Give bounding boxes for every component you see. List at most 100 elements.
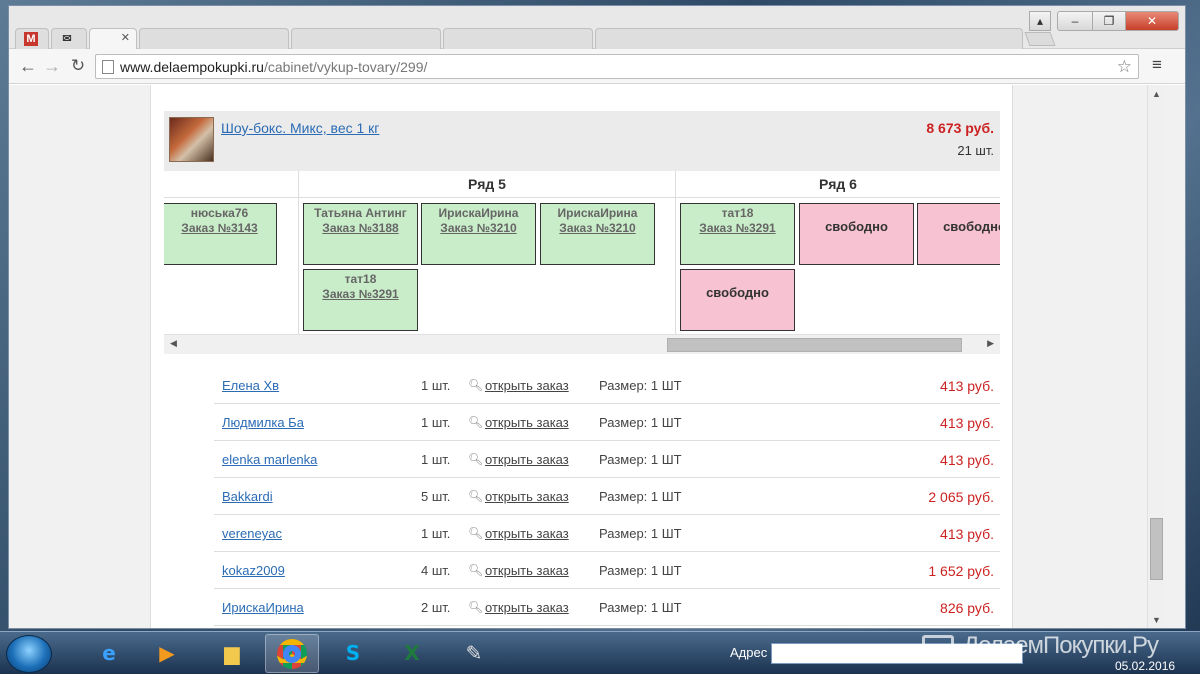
excel-icon[interactable]: X (385, 634, 439, 673)
order-link[interactable]: Заказ №3188 (304, 220, 417, 236)
brand-watermark: ДелаемПокупки.Ру (963, 632, 1159, 659)
buyer-link[interactable]: Bakkardi (222, 489, 273, 504)
skype-icon[interactable]: S (326, 634, 380, 673)
product-header: Шоу-бокс. Микс, вес 1 кг 8 673 руб. 21 ш… (164, 111, 1000, 171)
tab-background[interactable] (291, 28, 441, 49)
internet-explorer-icon[interactable]: e (82, 634, 136, 673)
scroll-down-icon[interactable]: ▼ (1152, 615, 1161, 625)
order-link[interactable]: Заказ №3210 (422, 220, 535, 236)
grid-cell[interactable]: ИрискаИрина Заказ №3210 (540, 203, 655, 265)
open-order-link[interactable]: открыть заказ (485, 378, 569, 393)
buyer-link[interactable]: Людмилка Ба (222, 415, 304, 430)
media-player-icon[interactable]: ▶ (140, 634, 194, 673)
bookmark-star-icon[interactable]: ☆ (1117, 57, 1132, 77)
buyer-link[interactable]: elenka marlenka (222, 452, 317, 467)
minimize-button[interactable]: – (1057, 11, 1093, 31)
grid-cell[interactable]: Татьяна Антинг Заказ №3188 (303, 203, 418, 265)
brand-logo-icon (922, 635, 954, 661)
order-link[interactable]: Заказ №3143 (164, 220, 276, 236)
tab-active[interactable]: ✕ (89, 28, 137, 50)
magnifier-icon: 🔍︎ (468, 378, 484, 392)
start-button[interactable] (6, 635, 52, 673)
order-row: vereneyac 1 шт. 🔍︎ открыть заказ Размер:… (214, 515, 1000, 552)
buyer-link[interactable]: kokaz2009 (222, 563, 285, 578)
open-order-link[interactable]: открыть заказ (485, 563, 569, 578)
scroll-thumb[interactable] (667, 338, 962, 352)
order-qty: 1 шт. (421, 452, 451, 467)
mail-icon: ✉ (62, 33, 72, 45)
buyer-link[interactable]: vereneyac (222, 526, 282, 541)
tab-background[interactable] (595, 28, 1023, 49)
grid-cell-free[interactable]: свободно (799, 203, 914, 265)
tab-background[interactable] (139, 28, 289, 49)
order-link[interactable]: Заказ №3291 (681, 220, 794, 236)
grid-cell[interactable]: тат18 Заказ №3291 (680, 203, 795, 265)
address-toolbar-label: Адрес (730, 645, 768, 660)
address-bar[interactable]: www.delaempokupki.ru/cabinet/vykup-tovar… (95, 54, 1139, 79)
magnifier-icon: 🔍︎ (468, 415, 484, 429)
order-link[interactable]: Заказ №3291 (304, 286, 417, 302)
order-price: 413 руб. (940, 378, 994, 394)
magnifier-icon: 🔍︎ (468, 526, 484, 540)
open-order-link[interactable]: открыть заказ (485, 452, 569, 467)
open-order-link[interactable]: открыть заказ (485, 415, 569, 430)
buyer-link[interactable]: Елена Хв (222, 378, 279, 393)
divider (298, 198, 299, 334)
close-window-button[interactable]: ✕ (1125, 11, 1179, 31)
order-size: Размер: 1 ШТ (599, 563, 682, 578)
new-tab-button[interactable] (1024, 32, 1056, 46)
seat-grid: Ряд 5 Ряд 6 нюська76 Заказ №3143 Татьяна… (164, 171, 1000, 334)
back-icon[interactable]: ← (17, 55, 39, 77)
tab-gmail[interactable]: M (15, 28, 49, 49)
taskbar: e ▶ ▆ S X ✎ Адрес ДелаемПокупки.Ру 05.02… (0, 631, 1200, 674)
browser-window: M ✉ ✕ ▴ – ❐ ✕ ← → ↻ www.delaempokupki.ru… (8, 5, 1186, 629)
scroll-thumb[interactable] (1150, 518, 1163, 580)
open-order-link[interactable]: открыть заказ (485, 526, 569, 541)
forward-icon[interactable]: → (41, 55, 63, 77)
paint-icon[interactable]: ✎ (447, 634, 501, 673)
scroll-left-icon[interactable]: ◀ (170, 338, 177, 349)
tab-background[interactable] (443, 28, 593, 49)
divider (675, 198, 676, 334)
row-header-5: Ряд 5 (298, 171, 675, 198)
order-row: ИрискаИрина 2 шт. 🔍︎ открыть заказ Разме… (214, 589, 1000, 626)
grid-cell-free[interactable]: свободно (680, 269, 795, 331)
grid-cell-free[interactable]: свободно (917, 203, 1000, 265)
grid-cell[interactable]: ИрискаИрина Заказ №3210 (421, 203, 536, 265)
product-image[interactable] (169, 117, 214, 162)
close-tab-icon[interactable]: ✕ (121, 31, 130, 44)
reload-icon[interactable]: ↻ (67, 55, 89, 77)
file-explorer-icon[interactable]: ▆ (205, 634, 259, 673)
open-order-link[interactable]: открыть заказ (485, 489, 569, 504)
grid-cell[interactable]: нюська76 Заказ №3143 (164, 203, 277, 265)
gmail-icon: M (24, 32, 38, 46)
grid-cell[interactable]: тат18 Заказ №3291 (303, 269, 418, 331)
product-name-link[interactable]: Шоу-бокс. Микс, вес 1 кг (221, 120, 379, 136)
page-viewport: Шоу-бокс. Микс, вес 1 кг 8 673 руб. 21 ш… (9, 85, 1185, 628)
page-content: Шоу-бокс. Микс, вес 1 кг 8 673 руб. 21 ш… (150, 85, 1013, 628)
scroll-up-icon[interactable]: ▲ (1152, 89, 1161, 99)
order-price: 413 руб. (940, 415, 994, 431)
profile-button[interactable]: ▴ (1029, 11, 1051, 31)
vertical-scrollbar[interactable]: ▲ ▼ (1147, 85, 1164, 628)
chrome-icon[interactable] (265, 634, 319, 673)
clock-date[interactable]: 05.02.2016 (1115, 659, 1175, 673)
product-price: 8 673 руб. (926, 120, 994, 136)
tab-mail[interactable]: ✉ (51, 28, 87, 49)
product-qty: 21 шт. (957, 143, 994, 158)
menu-icon[interactable]: ≡ (1147, 55, 1167, 77)
open-order-link[interactable]: открыть заказ (485, 600, 569, 615)
magnifier-icon: 🔍︎ (468, 452, 484, 466)
order-link[interactable]: Заказ №3210 (541, 220, 654, 236)
order-qty: 1 шт. (421, 378, 451, 393)
order-size: Размер: 1 ШТ (599, 526, 682, 541)
order-qty: 4 шт. (421, 563, 451, 578)
scroll-right-icon[interactable]: ▶ (987, 338, 994, 349)
order-qty: 5 шт. (421, 489, 451, 504)
maximize-button[interactable]: ❐ (1092, 11, 1126, 31)
buyer-link[interactable]: ИрискаИрина (222, 600, 304, 615)
order-row: kokaz2009 4 шт. 🔍︎ открыть заказ Размер:… (214, 552, 1000, 589)
order-size: Размер: 1 ШТ (599, 489, 682, 504)
horizontal-scrollbar[interactable]: ◀ ▶ (164, 334, 1000, 354)
url-text: www.delaempokupki.ru/cabinet/vykup-tovar… (120, 59, 428, 75)
